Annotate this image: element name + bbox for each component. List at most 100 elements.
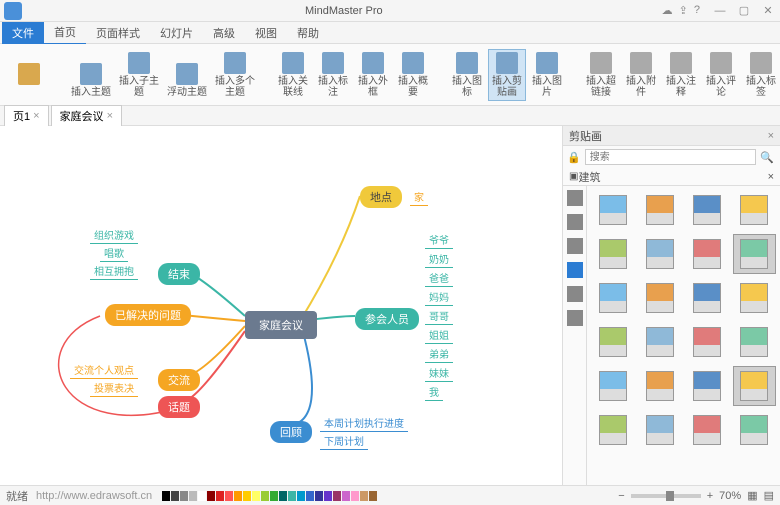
leaf[interactable]: 组织游戏	[90, 226, 138, 244]
leaf[interactable]: 妈妈	[425, 288, 453, 306]
menu-tab-pagestyle[interactable]: 页面样式	[86, 22, 150, 44]
clipart-item[interactable]	[686, 190, 729, 230]
color-swatch[interactable]	[252, 491, 260, 501]
side-tool-icon[interactable]	[567, 262, 583, 278]
zoom-in-button[interactable]: +	[707, 490, 713, 502]
clipart-item[interactable]	[638, 234, 681, 274]
insert-multi-topic-button[interactable]: 插入多个主题	[212, 49, 258, 101]
color-swatch[interactable]	[261, 491, 269, 501]
insert-attachment-button[interactable]: 插入附件	[622, 49, 660, 101]
color-swatch[interactable]	[342, 491, 350, 501]
clipart-item[interactable]	[686, 322, 729, 362]
color-swatch[interactable]	[198, 491, 206, 501]
insert-tag-button[interactable]: 插入标签	[742, 49, 780, 101]
share-icon[interactable]: ⇪	[679, 4, 688, 17]
color-swatch[interactable]	[324, 491, 332, 501]
insert-image-button[interactable]: 插入图片	[528, 49, 566, 101]
clipart-item[interactable]	[686, 366, 729, 406]
insert-icon-button[interactable]: 插入图标	[448, 49, 486, 101]
menu-tab-slideshow[interactable]: 幻灯片	[150, 22, 203, 44]
insert-hyperlink-button[interactable]: 插入超链接	[582, 49, 620, 101]
color-swatch[interactable]	[180, 491, 188, 501]
clipart-item[interactable]	[591, 410, 634, 450]
clipart-item[interactable]	[591, 366, 634, 406]
color-swatch[interactable]	[333, 491, 341, 501]
clipart-item[interactable]	[638, 322, 681, 362]
side-tool-icon[interactable]	[567, 286, 583, 302]
clipart-item[interactable]	[638, 410, 681, 450]
color-swatch[interactable]	[315, 491, 323, 501]
insert-summary-button[interactable]: 插入概要	[394, 49, 432, 101]
leaf[interactable]: 本周计划执行进度	[320, 414, 408, 432]
insert-note-button[interactable]: 插入注释	[662, 49, 700, 101]
search-icon[interactable]: 🔍	[760, 151, 776, 164]
close-icon[interactable]: ×	[107, 110, 113, 122]
leaf[interactable]: 我	[425, 383, 443, 401]
color-swatch[interactable]	[189, 491, 197, 501]
color-swatch[interactable]	[297, 491, 305, 501]
leaf[interactable]: 奶奶	[425, 250, 453, 268]
side-tool-icon[interactable]	[567, 310, 583, 326]
view-mode-icon[interactable]: ▤	[764, 489, 774, 502]
insert-relation-button[interactable]: 插入关联线	[274, 49, 312, 101]
color-swatch[interactable]	[351, 491, 359, 501]
color-swatch[interactable]	[216, 491, 224, 501]
branch-topic[interactable]: 话题	[158, 396, 200, 418]
clipart-search-input[interactable]	[585, 149, 756, 165]
leaf[interactable]: 姐姐	[425, 326, 453, 344]
zoom-slider[interactable]	[631, 494, 701, 498]
color-swatch[interactable]	[306, 491, 314, 501]
leaf[interactable]: 爸爸	[425, 269, 453, 287]
panel-close-icon[interactable]: ×	[768, 130, 774, 142]
clipart-item[interactable]	[591, 322, 634, 362]
close-icon[interactable]: ×	[33, 110, 39, 122]
clipart-item[interactable]	[733, 410, 776, 450]
center-node[interactable]: 家庭会议	[245, 311, 317, 339]
menu-tab-help[interactable]: 帮助	[287, 22, 329, 44]
side-tool-icon[interactable]	[567, 238, 583, 254]
leaf[interactable]: 弟弟	[425, 345, 453, 363]
close-button[interactable]: ✕	[756, 4, 780, 17]
color-swatch[interactable]	[369, 491, 377, 501]
doc-tab-2[interactable]: 家庭会议×	[51, 105, 122, 126]
clipart-item[interactable]	[591, 234, 634, 274]
insert-topic-button[interactable]: 插入主题	[68, 60, 114, 101]
clipart-item[interactable]	[686, 234, 729, 274]
branch-location[interactable]: 地点	[360, 186, 402, 208]
menu-tab-advanced[interactable]: 高级	[203, 22, 245, 44]
branch-attendees[interactable]: 参会人员	[355, 308, 419, 330]
clipart-item[interactable]	[638, 278, 681, 318]
color-swatch[interactable]	[234, 491, 242, 501]
insert-boundary-button[interactable]: 插入外框	[354, 49, 392, 101]
color-swatch[interactable]	[225, 491, 233, 501]
minimize-button[interactable]: —	[708, 5, 732, 17]
branch-end[interactable]: 结束	[158, 263, 200, 285]
leaf[interactable]: 家	[410, 188, 428, 206]
clipart-item[interactable]	[686, 278, 729, 318]
clipart-item[interactable]	[733, 366, 776, 406]
doc-tab-1[interactable]: 页1×	[4, 105, 49, 126]
color-swatch[interactable]	[243, 491, 251, 501]
menu-tab-view[interactable]: 视图	[245, 22, 287, 44]
leaf[interactable]: 投票表决	[90, 379, 138, 397]
branch-resolved[interactable]: 已解决的问题	[105, 304, 191, 326]
insert-callout-button[interactable]: 插入标注	[314, 49, 352, 101]
insert-comment-button[interactable]: 插入评论	[702, 49, 740, 101]
clipart-item[interactable]	[733, 278, 776, 318]
insert-clipart-button[interactable]: 插入剪贴画	[488, 49, 526, 101]
branch-review[interactable]: 回顾	[270, 421, 312, 443]
color-swatch[interactable]	[207, 491, 215, 501]
side-tool-icon[interactable]	[567, 190, 583, 206]
branch-exchange[interactable]: 交流	[158, 369, 200, 391]
cloud-icon[interactable]: ☁	[662, 4, 673, 17]
mindmap-canvas[interactable]: 家庭会议 地点 家 参会人员 爷爷 奶奶 爸爸 妈妈 哥哥 姐姐 弟弟 妹妹 我…	[0, 126, 562, 485]
color-swatch[interactable]	[288, 491, 296, 501]
color-swatch[interactable]	[270, 491, 278, 501]
clipart-item[interactable]	[733, 322, 776, 362]
leaf[interactable]: 下周计划	[320, 432, 368, 450]
view-mode-icon[interactable]: ▦	[747, 489, 757, 502]
color-swatch[interactable]	[162, 491, 170, 501]
clipart-item[interactable]	[638, 190, 681, 230]
side-tool-icon[interactable]	[567, 214, 583, 230]
clipart-item[interactable]	[638, 366, 681, 406]
